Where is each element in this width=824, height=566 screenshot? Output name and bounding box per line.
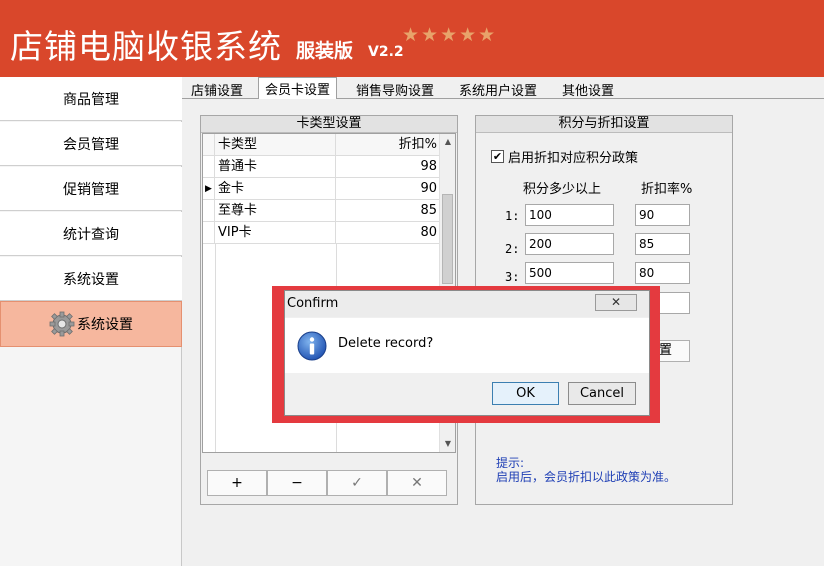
sidebar-item-label: 会员管理 xyxy=(63,136,119,153)
confirm-record-button[interactable]: ✓ xyxy=(327,470,387,496)
row-number: 2: xyxy=(505,242,520,256)
row-number: 1: xyxy=(505,209,520,223)
enable-points-label: 启用折扣对应积分政策 xyxy=(508,151,639,166)
tab-sales-guide-settings[interactable]: 销售导购设置 xyxy=(350,79,440,99)
table-row[interactable]: 普通卡 98 xyxy=(203,156,441,178)
hint-text: 提示: 启用后，会员折扣以此政策为准。 xyxy=(496,456,676,484)
confirm-dialog: Confirm ✕ Delete record? OK Cancel xyxy=(284,290,650,416)
add-record-button[interactable]: + xyxy=(207,470,267,496)
cancel-button[interactable]: Cancel xyxy=(568,382,636,405)
card-type-group-title: 卡类型设置 xyxy=(201,116,457,133)
rate-column-label: 折扣率% xyxy=(641,182,693,197)
sidebar-item-system-active[interactable]: 系统设置 xyxy=(0,301,182,347)
sidebar-item-label: 促销管理 xyxy=(63,181,119,198)
checkbox-checked-icon[interactable]: ✔ xyxy=(491,150,504,163)
dialog-title-text: Confirm xyxy=(287,296,339,311)
points-group-title: 积分与折扣设置 xyxy=(476,116,732,133)
delete-record-button[interactable]: − xyxy=(267,470,327,496)
column-header-discount[interactable]: 折扣% xyxy=(336,134,441,156)
hint-message: 启用后，会员折扣以此政策为准。 xyxy=(496,470,677,484)
row-number: 3: xyxy=(505,270,520,284)
version-label: V2.2 xyxy=(368,44,404,60)
grid-header: 卡类型 折扣% xyxy=(203,134,441,156)
sidebar-item-members[interactable]: 会员管理 xyxy=(0,122,182,166)
sidebar-item-promotions[interactable]: 促销管理 xyxy=(0,167,182,211)
tab-member-card-settings[interactable]: 会员卡设置 xyxy=(258,77,338,99)
rate-field-1[interactable]: 90 xyxy=(635,204,690,226)
scroll-down-icon[interactable]: ▼ xyxy=(440,436,456,452)
sidebar-item-label: 系统设置 xyxy=(77,317,133,333)
table-row-current[interactable]: ▶ 金卡 90 xyxy=(203,178,441,200)
rate-field-2[interactable]: 85 xyxy=(635,233,690,255)
table-row[interactable]: VIP卡 80 xyxy=(203,222,441,244)
tab-system-user-settings[interactable]: 系统用户设置 xyxy=(453,79,543,99)
scroll-up-icon[interactable]: ▲ xyxy=(440,134,456,150)
hint-title: 提示: xyxy=(496,456,525,470)
sidebar-item-products[interactable]: 商品管理 xyxy=(0,77,182,121)
sidebar-item-label: 系统设置 xyxy=(63,271,119,288)
sidebar: 商品管理 会员管理 促销管理 统计查询 系统设置 系统设置 xyxy=(0,77,182,566)
tab-other-settings[interactable]: 其他设置 xyxy=(556,79,620,99)
row-pointer-icon: ▶ xyxy=(203,178,215,200)
enable-points-policy[interactable]: ✔ 启用折扣对应积分政策 xyxy=(491,147,638,166)
tab-store-settings[interactable]: 店铺设置 xyxy=(185,79,249,99)
cancel-record-button[interactable]: ✕ xyxy=(387,470,447,496)
column-header-type[interactable]: 卡类型 xyxy=(215,134,336,156)
points-field-1[interactable]: 100 xyxy=(525,204,614,226)
close-icon[interactable]: ✕ xyxy=(595,294,637,311)
info-icon xyxy=(297,331,327,361)
points-field-3[interactable]: 500 xyxy=(525,262,614,284)
app-title: 店铺电脑收银系统 xyxy=(10,27,282,66)
rate-field-3[interactable]: 80 xyxy=(635,262,690,284)
sidebar-item-system[interactable]: 系统设置 xyxy=(0,257,182,301)
dialog-title: Confirm ✕ xyxy=(285,291,649,317)
sidebar-item-label: 商品管理 xyxy=(63,91,119,108)
table-row[interactable]: 至尊卡 85 xyxy=(203,200,441,222)
ok-button[interactable]: OK xyxy=(492,382,559,405)
sidebar-item-statistics[interactable]: 统计查询 xyxy=(0,212,182,256)
sidebar-item-label: 统计查询 xyxy=(63,226,119,243)
edition-label: 服装版 xyxy=(296,40,354,62)
app-header: 店铺电脑收银系统 服装版 V2.2 ★★★★★ xyxy=(0,0,824,77)
points-field-2[interactable]: 200 xyxy=(525,233,614,255)
gear-icon xyxy=(49,311,75,337)
points-column-label: 积分多少以上 xyxy=(523,182,602,197)
rating-stars: ★★★★★ xyxy=(402,24,498,46)
settings-tabs: 店铺设置 会员卡设置 销售导购设置 系统用户设置 其他设置 xyxy=(182,77,824,99)
dialog-body: Delete record? xyxy=(285,318,649,373)
scroll-thumb[interactable] xyxy=(442,194,453,284)
dialog-message: Delete record? xyxy=(338,336,434,351)
